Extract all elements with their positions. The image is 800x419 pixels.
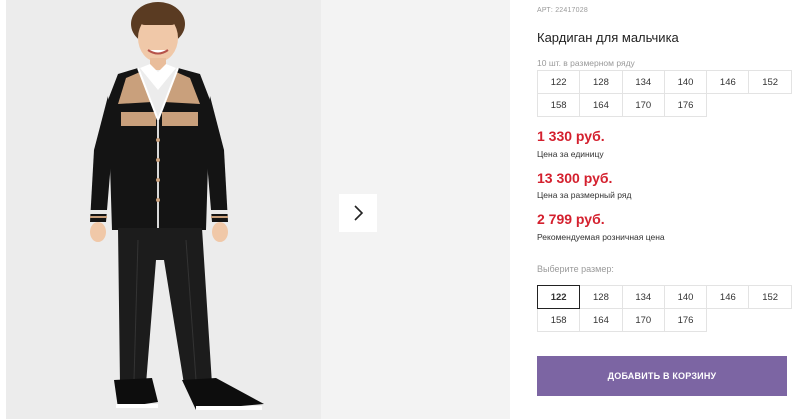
size-selector: 122 128 134 140 146 152 158 164 170 176 [537, 285, 792, 332]
size-row-cell: 164 [579, 93, 623, 117]
size-option[interactable]: 128 [579, 285, 623, 309]
unit-price-label: Цена за единицу [537, 149, 604, 159]
size-row-cell: 152 [748, 70, 792, 94]
product-title: Кардиган для мальчика [537, 30, 679, 45]
size-option[interactable]: 140 [663, 285, 708, 309]
size-option[interactable]: 176 [663, 308, 708, 332]
chevron-right-icon [354, 205, 364, 221]
size-row-price-label: Цена за размерный ряд [537, 190, 632, 200]
size-row-price: 13 300 руб. [537, 170, 613, 186]
retail-price: 2 799 руб. [537, 211, 605, 227]
next-image-button[interactable] [339, 194, 377, 232]
size-row-cell: 128 [579, 70, 623, 94]
size-row-cell: 140 [663, 70, 708, 94]
size-option[interactable]: 158 [537, 308, 581, 332]
size-row-cell: 122 [537, 70, 581, 94]
size-row-cell: 170 [621, 93, 665, 117]
size-row-cell: 158 [537, 93, 581, 117]
boy-in-cardigan-image [6, 0, 321, 419]
choose-size-label: Выберите размер: [537, 264, 614, 274]
size-row-cell: 146 [706, 70, 750, 94]
size-option[interactable]: 170 [621, 308, 665, 332]
unit-price: 1 330 руб. [537, 128, 605, 144]
size-row-grid: 122 128 134 140 146 152 158 164 170 176 [537, 70, 792, 117]
size-option[interactable]: 164 [579, 308, 623, 332]
product-gallery [6, 0, 510, 419]
size-option-selected[interactable]: 122 [537, 285, 581, 309]
add-to-cart-button[interactable]: ДОБАВИТЬ В КОРЗИНУ [537, 356, 787, 396]
size-pack-note: 10 шт. в размерном ряду [537, 58, 635, 68]
product-photo[interactable] [6, 0, 321, 419]
retail-price-label: Рекомендуемая розничная цена [537, 232, 665, 242]
size-option[interactable]: 152 [748, 285, 792, 309]
size-option[interactable]: 146 [706, 285, 750, 309]
article-number: АРТ: 22417028 [537, 7, 588, 14]
size-row-cell: 134 [621, 70, 665, 94]
size-option[interactable]: 134 [621, 285, 665, 309]
size-row-cell: 176 [663, 93, 708, 117]
